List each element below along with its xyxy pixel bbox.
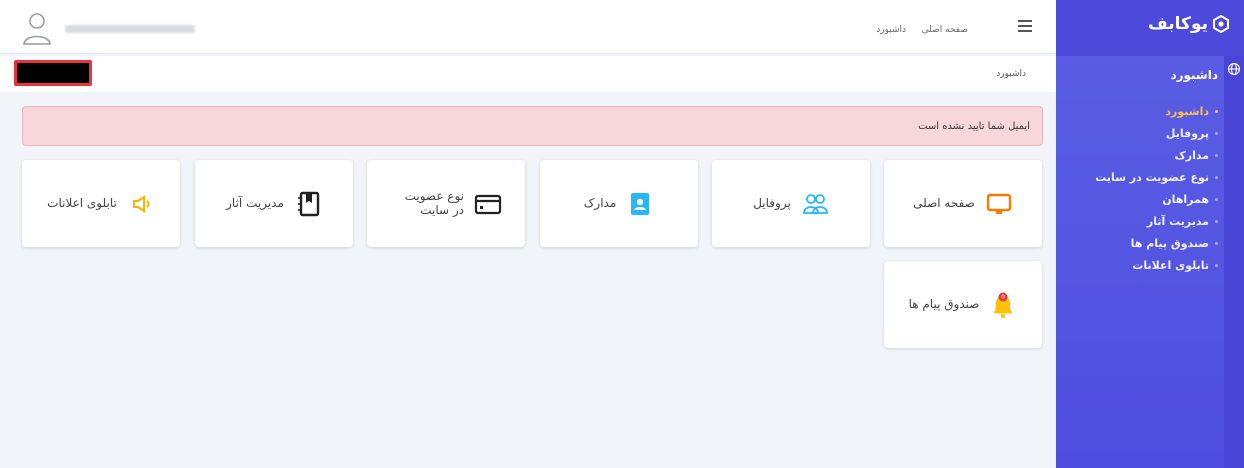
card-home-label: صفحه اصلی	[913, 195, 975, 210]
sidebar-item-works[interactable]: مدیریت آثار	[1068, 210, 1218, 232]
sidebar-item-documents[interactable]: مدارک	[1068, 144, 1218, 166]
sidebar-item-label: همراهان	[1162, 192, 1209, 206]
bullet-icon	[1215, 109, 1218, 113]
sidebar-rail	[1224, 56, 1244, 468]
brand-header: یوکابف	[1056, 0, 1244, 56]
card-membership-label: نوع عضویت در سایت	[404, 189, 464, 217]
monitor-icon	[986, 193, 1012, 214]
sidebar-item-messages[interactable]: صندوق پیام ها	[1068, 232, 1218, 254]
brand-name: یوکابف	[1148, 14, 1208, 34]
bullet-icon	[1215, 131, 1218, 135]
notebook-icon	[297, 191, 320, 216]
hamburger-icon[interactable]	[1018, 20, 1032, 32]
user-name-redacted	[65, 25, 195, 33]
redacted-box	[14, 60, 92, 86]
card-membership[interactable]: نوع عضویت در سایت	[367, 160, 525, 247]
sidebar-item-membership[interactable]: نوع عضویت در سایت	[1068, 166, 1218, 188]
card-announcements[interactable]: تابلوی اعلانات	[22, 160, 180, 247]
bell-badge: 0	[1002, 294, 1006, 301]
card-messages-label: صندوق پیام ها	[908, 296, 980, 311]
card-home[interactable]: صفحه اصلی	[884, 160, 1042, 247]
globe-icon[interactable]	[1227, 62, 1241, 76]
card-profile-label: پروفایل	[753, 195, 791, 210]
sidebar-item-dashboard[interactable]: داشبورد	[1068, 100, 1218, 122]
bullet-icon	[1215, 175, 1218, 179]
breadcrumb-current: داشبورد	[996, 69, 1026, 79]
card-documents[interactable]: مدارک	[540, 160, 698, 247]
sidebar-item-profile[interactable]: پروفایل	[1068, 122, 1218, 144]
card-profile[interactable]: پروفایل	[712, 160, 870, 247]
bullet-icon	[1215, 241, 1218, 245]
sidebar-item-label: نوع عضویت در سایت	[1095, 170, 1209, 184]
card-works[interactable]: مدیریت آثار	[195, 160, 353, 247]
bullet-icon	[1215, 263, 1218, 267]
megaphone-icon	[132, 194, 150, 213]
bullet-icon	[1215, 153, 1218, 157]
sidebar: یوکابف داشبورد داشبورد پروفایل مدارک نوع…	[1056, 0, 1244, 468]
bell-icon: 0	[994, 292, 1013, 318]
logo-icon	[1213, 15, 1229, 33]
card-documents-label: مدارک	[583, 195, 617, 210]
sidebar-item-companions[interactable]: همراهان	[1068, 188, 1218, 210]
bullet-icon	[1215, 219, 1218, 223]
card-messages[interactable]: 0 صندوق پیام ها	[884, 261, 1042, 348]
sidebar-item-label: پروفایل	[1165, 126, 1209, 140]
document-icon	[631, 192, 650, 215]
sidebar-item-label: صندوق پیام ها	[1130, 236, 1209, 250]
sidebar-item-label: مدیریت آثار	[1146, 214, 1209, 228]
brand-logo[interactable]: یوکابف	[1148, 14, 1230, 34]
alert-message: ایمیل شما تایید نشده است	[918, 121, 1030, 132]
sidebar-menu: داشبورد پروفایل مدارک نوع عضویت در سایت …	[1068, 100, 1218, 276]
user-avatar-icon[interactable]	[22, 10, 52, 46]
sidebar-item-announcements[interactable]: تابلوی اعلانات	[1068, 254, 1218, 276]
nav-home-link[interactable]: صفحه اصلی	[922, 25, 968, 35]
card-works-label: مدیریت آثار	[226, 195, 284, 210]
top-bar: صفحه اصلی داشبورد	[0, 0, 1056, 54]
nav-dashboard-link[interactable]: داشبورد	[876, 25, 906, 35]
sidebar-item-label: داشبورد	[1165, 104, 1209, 118]
users-icon	[802, 193, 828, 214]
card-icon	[474, 194, 502, 214]
card-announcements-label: تابلوی اعلانات	[47, 195, 117, 210]
sidebar-title: داشبورد	[1170, 68, 1218, 82]
bullet-icon	[1215, 197, 1218, 201]
email-alert: ایمیل شما تایید نشده است	[22, 106, 1043, 146]
breadcrumb: داشبورد	[0, 56, 1056, 92]
sidebar-item-label: مدارک	[1174, 148, 1209, 162]
sidebar-item-label: تابلوی اعلانات	[1132, 258, 1209, 272]
